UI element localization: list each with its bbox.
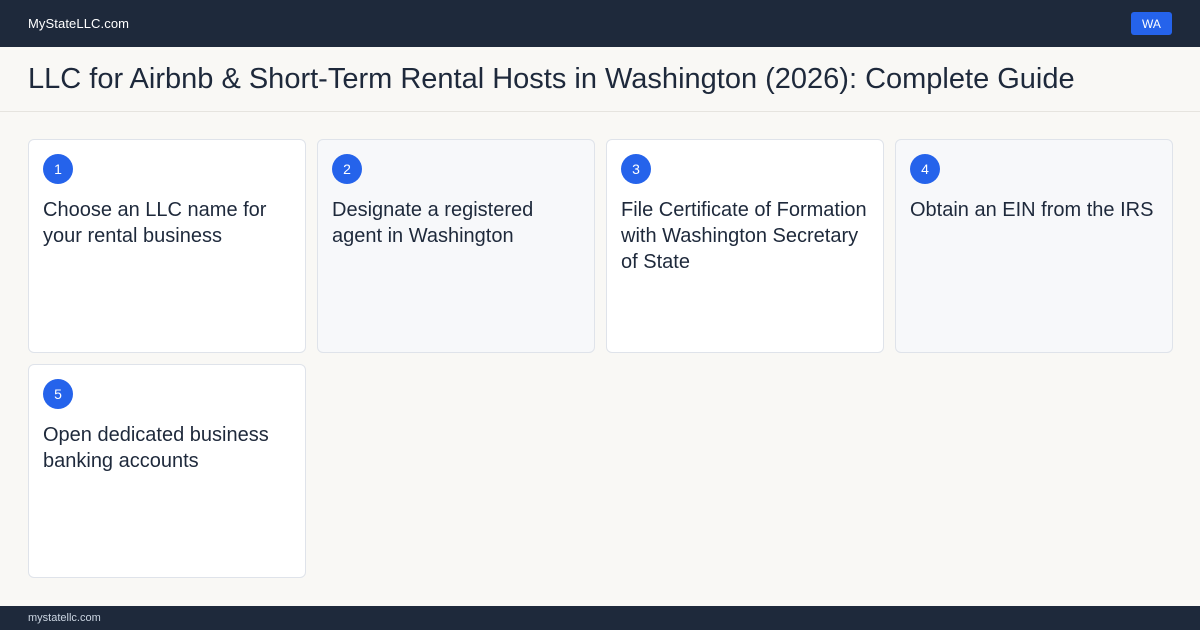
step-card-5: 5 Open dedicated business banking accoun…	[28, 364, 306, 578]
step-card-2: 2 Designate a registered agent in Washin…	[317, 139, 595, 353]
step-card-3: 3 File Certificate of Formation with Was…	[606, 139, 884, 353]
step-number-badge: 4	[910, 154, 940, 184]
title-bar: LLC for Airbnb & Short-Term Rental Hosts…	[0, 47, 1200, 112]
step-text: Designate a registered agent in Washingt…	[332, 199, 534, 247]
step-card-1: 1 Choose an LLC name for your rental bus…	[28, 139, 306, 353]
steps-grid: 1 Choose an LLC name for your rental bus…	[28, 139, 1173, 578]
step-number-badge: 3	[621, 154, 651, 184]
step-card-4: 4 Obtain an EIN from the IRS	[895, 139, 1173, 353]
step-text: File Certificate of Formation with Washi…	[621, 199, 867, 273]
step-text: Choose an LLC name for your rental busin…	[43, 199, 267, 247]
state-badge[interactable]: WA	[1131, 12, 1172, 35]
step-number-badge: 1	[43, 154, 73, 184]
step-number-badge: 2	[332, 154, 362, 184]
page-title: LLC for Airbnb & Short-Term Rental Hosts…	[28, 62, 1075, 95]
footer-domain[interactable]: mystatellc.com	[28, 612, 101, 624]
step-text: Obtain an EIN from the IRS	[910, 199, 1154, 221]
site-brand[interactable]: MyStateLLC.com	[28, 16, 129, 31]
top-nav-bar: MyStateLLC.com WA	[0, 0, 1200, 47]
step-text: Open dedicated business banking accounts	[43, 424, 269, 472]
step-number-badge: 5	[43, 379, 73, 409]
footer-bar: mystatellc.com	[0, 606, 1200, 630]
